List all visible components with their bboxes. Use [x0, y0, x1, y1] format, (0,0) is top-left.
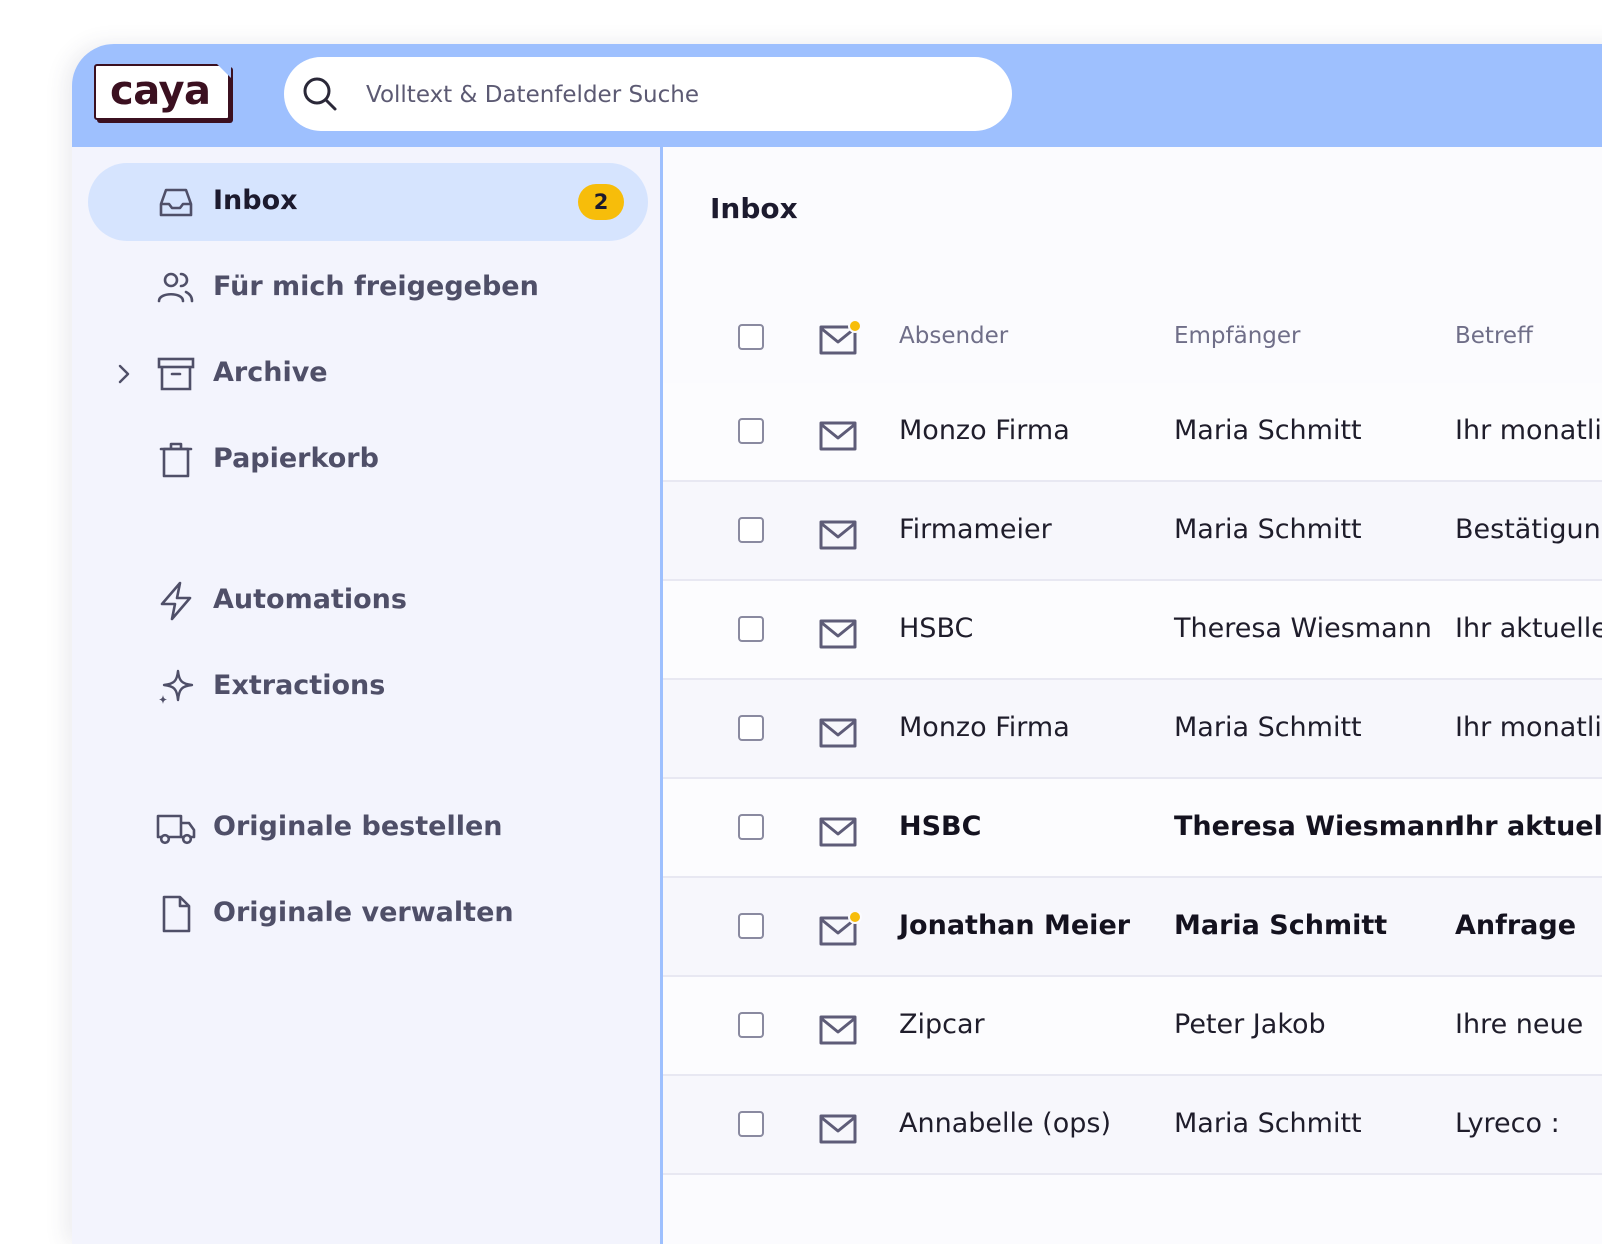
chevron-right-icon[interactable]	[116, 363, 132, 385]
row-sender: Zipcar	[899, 1009, 985, 1040]
mail-icon	[819, 520, 857, 550]
lightning-icon	[160, 581, 192, 621]
mail-unread-icon	[819, 912, 862, 946]
mail-unread-icon[interactable]	[819, 321, 867, 357]
unread-count-badge: 2	[578, 184, 624, 220]
trash-icon	[159, 442, 193, 478]
sidebar-item-shared[interactable]: Für mich freigegeben	[88, 249, 648, 327]
row-subject: Lyreco :	[1455, 1108, 1560, 1139]
column-header-subject[interactable]: Betreff	[1455, 323, 1533, 349]
sidebar-item-archive[interactable]: Archive	[88, 335, 648, 413]
row-recipient: Maria Schmitt	[1174, 1108, 1362, 1139]
row-sender: HSBC	[899, 613, 974, 644]
sidebar-item-label: Inbox	[213, 185, 298, 216]
archive-icon	[157, 357, 195, 391]
sidebar-item-inbox[interactable]: Inbox 2	[88, 163, 648, 241]
mail-icon	[819, 817, 857, 847]
row-checkbox[interactable]	[738, 913, 764, 939]
row-subject: Ihr monatlicher	[1455, 712, 1602, 743]
sidebar-item-automations[interactable]: Automations	[88, 562, 648, 640]
table-row[interactable]: Annabelle (ops) Maria Schmitt Lyreco :	[663, 1076, 1602, 1175]
row-recipient: Maria Schmitt	[1174, 712, 1362, 743]
row-checkbox[interactable]	[738, 715, 764, 741]
table-header: Absender Empfänger Betreff	[663, 281, 1602, 391]
sidebar-item-extractions[interactable]: Extractions	[88, 648, 648, 726]
logo-text: caya	[110, 68, 211, 114]
app-window: caya Inbox 2 Fü	[72, 44, 1602, 1244]
sidebar-item-label: Extractions	[213, 670, 386, 701]
document-icon	[162, 895, 191, 933]
top-bar: caya	[72, 44, 1602, 147]
inbox-icon	[159, 188, 193, 217]
row-checkbox[interactable]	[738, 418, 764, 444]
caya-logo[interactable]: caya	[94, 63, 231, 120]
column-header-sender[interactable]: Absender	[899, 323, 1008, 349]
row-checkbox[interactable]	[738, 1111, 764, 1137]
mail-icon	[819, 1114, 857, 1144]
row-subject: Anfrage	[1455, 910, 1577, 941]
select-all-checkbox[interactable]	[738, 324, 764, 350]
page-title: Inbox	[710, 192, 798, 225]
sidebar-item-label: Originale bestellen	[213, 811, 503, 842]
row-checkbox[interactable]	[738, 616, 764, 642]
row-sender: Jonathan Meier	[899, 910, 1131, 941]
row-checkbox[interactable]	[738, 517, 764, 543]
sidebar-item-label: Für mich freigegeben	[213, 271, 539, 302]
column-header-recipient[interactable]: Empfänger	[1174, 323, 1301, 349]
row-checkbox[interactable]	[738, 1012, 764, 1038]
sparkles-icon	[159, 669, 194, 704]
table-row[interactable]: Monzo Firma Maria Schmitt Ihr monatlicher	[663, 383, 1602, 482]
row-checkbox[interactable]	[738, 814, 764, 840]
mail-icon	[819, 1015, 857, 1045]
row-recipient: Maria Schmitt	[1174, 415, 1362, 446]
table-row[interactable]: Zipcar Peter Jakob Ihre neue	[663, 977, 1602, 1076]
sidebar-item-order-originals[interactable]: Originale bestellen	[88, 789, 648, 867]
mail-icon	[819, 619, 857, 649]
row-sender: Monzo Firma	[899, 712, 1070, 743]
row-recipient: Maria Schmitt	[1174, 910, 1388, 941]
sidebar-item-trash[interactable]: Papierkorb	[88, 421, 648, 499]
row-subject: Bestätigung	[1455, 514, 1602, 545]
sidebar-item-label: Originale verwalten	[213, 897, 514, 928]
row-subject: Ihre neue	[1455, 1009, 1584, 1040]
table-row[interactable]: Jonathan Meier Maria Schmitt Anfrage	[663, 878, 1602, 977]
sidebar: Inbox 2 Für mich freigegeben Archive Pap…	[72, 147, 660, 1244]
table-row[interactable]: HSBC Theresa Wiesmann Ihr aktueller	[663, 581, 1602, 680]
sidebar-item-manage-originals[interactable]: Originale verwalten	[88, 875, 648, 953]
search-input[interactable]	[364, 75, 968, 115]
search-icon	[303, 77, 337, 111]
row-recipient: Theresa Wiesmann	[1174, 613, 1432, 644]
row-subject: Ihr aktueller	[1455, 613, 1602, 644]
sidebar-item-label: Archive	[213, 357, 328, 388]
row-recipient: Maria Schmitt	[1174, 514, 1362, 545]
row-recipient: Peter Jakob	[1174, 1009, 1326, 1040]
row-sender: HSBC	[899, 811, 982, 842]
inbox-panel: Inbox Absender Empfänger Betreff Monzo F…	[663, 147, 1602, 1244]
logo-fold	[216, 63, 231, 78]
truck-icon	[156, 814, 196, 845]
row-subject: Ihr aktueller	[1455, 811, 1602, 842]
sidebar-item-label: Papierkorb	[213, 443, 379, 474]
row-subject: Ihr monatlicher	[1455, 415, 1602, 446]
search-bar[interactable]	[284, 57, 1012, 131]
row-sender: Monzo Firma	[899, 415, 1070, 446]
mail-icon	[819, 718, 857, 748]
users-icon	[157, 272, 194, 303]
table-row[interactable]: Firmameier Maria Schmitt Bestätigung	[663, 482, 1602, 581]
mail-icon	[819, 421, 857, 451]
row-recipient: Theresa Wiesmann	[1174, 811, 1464, 842]
row-sender: Annabelle (ops)	[899, 1108, 1111, 1139]
table-row[interactable]: HSBC Theresa WiesmannIhr aktueller	[663, 779, 1602, 878]
sidebar-item-label: Automations	[213, 584, 407, 615]
table-row[interactable]: Monzo Firma Maria Schmitt Ihr monatlicher	[663, 680, 1602, 779]
row-sender: Firmameier	[899, 514, 1052, 545]
